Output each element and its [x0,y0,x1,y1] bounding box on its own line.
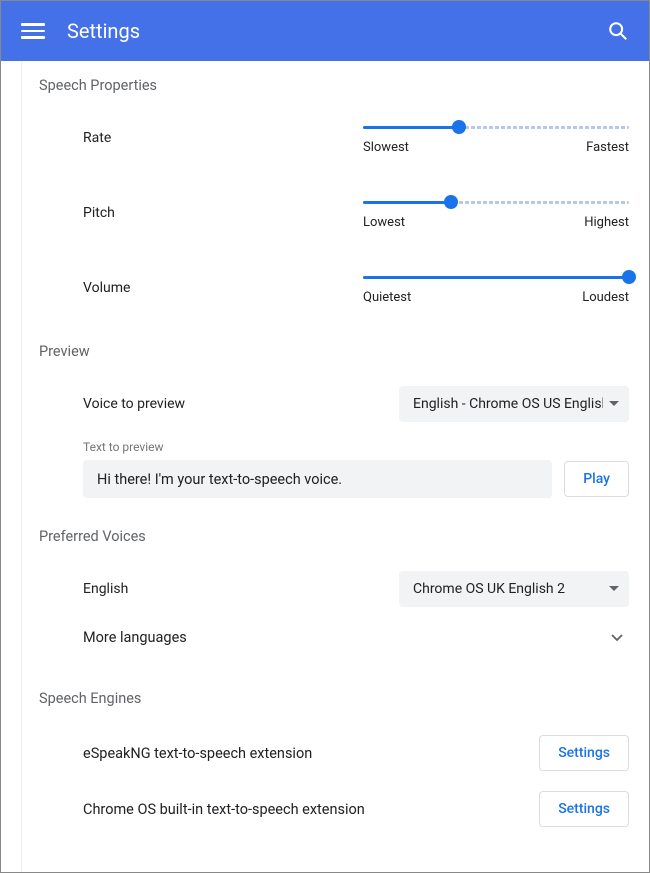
english-voice-select[interactable]: Chrome OS UK English 2 [399,571,629,607]
section-preview: Preview Voice to preview English - Chrom… [21,343,629,498]
volume-max-label: Loudest [582,290,629,305]
voice-to-preview-row: Voice to preview English - Chrome OS US … [21,378,629,430]
engine-name: eSpeakNG text-to-speech extension [83,745,312,762]
rate-slider[interactable] [363,120,629,134]
more-languages-label: More languages [83,629,187,646]
text-to-preview-label: Text to preview [21,440,629,454]
chevron-down-icon [609,401,619,407]
section-title: Speech Properties [21,77,629,94]
text-to-preview-row: Play [21,460,629,498]
engine-settings-button[interactable]: Settings [539,791,629,827]
chevron-down-icon [611,634,623,642]
engine-row: Chrome OS built-in text-to-speech extens… [21,781,629,837]
pitch-label: Pitch [83,205,363,221]
more-languages-row[interactable]: More languages [21,615,629,660]
english-selected: Chrome OS UK English 2 [413,581,603,597]
pitch-min-label: Lowest [363,215,405,230]
voice-to-preview-select[interactable]: English - Chrome OS US English [399,386,629,422]
voice-to-preview-label: Voice to preview [83,396,185,412]
engine-row: eSpeakNG text-to-speech extension Settin… [21,725,629,781]
english-label: English [83,581,128,597]
rate-row: Rate Slowest Fastest [21,112,629,163]
section-speech-properties: Speech Properties Rate Slowest Fastest P… [21,77,629,313]
section-speech-engines: Speech Engines eSpeakNG text-to-speech e… [21,690,629,837]
content: Speech Properties Rate Slowest Fastest P… [1,61,649,872]
volume-label: Volume [83,280,363,296]
section-title: Preferred Voices [21,528,629,545]
rate-label: Rate [83,130,363,146]
chevron-down-icon [609,586,619,592]
section-title: Speech Engines [21,690,629,707]
engine-settings-button[interactable]: Settings [539,735,629,771]
toolbar: Settings [1,1,649,61]
voice-selected: English - Chrome OS US English [413,396,603,412]
text-to-preview-input[interactable] [83,460,552,498]
rate-max-label: Fastest [586,140,629,155]
page-title: Settings [67,19,607,43]
play-button[interactable]: Play [564,461,629,497]
section-title: Preview [21,343,629,360]
rate-min-label: Slowest [363,140,409,155]
volume-row: Volume Quietest Loudest [21,262,629,313]
menu-icon[interactable] [21,19,45,43]
engine-name: Chrome OS built-in text-to-speech extens… [83,801,365,818]
pitch-row: Pitch Lowest Highest [21,187,629,238]
pitch-slider[interactable] [363,195,629,209]
pitch-max-label: Highest [584,215,629,230]
section-preferred-voices: Preferred Voices English Chrome OS UK En… [21,528,629,660]
volume-slider[interactable] [363,270,629,284]
search-icon[interactable] [607,20,629,42]
english-row: English Chrome OS UK English 2 [21,563,629,615]
volume-min-label: Quietest [363,290,411,305]
